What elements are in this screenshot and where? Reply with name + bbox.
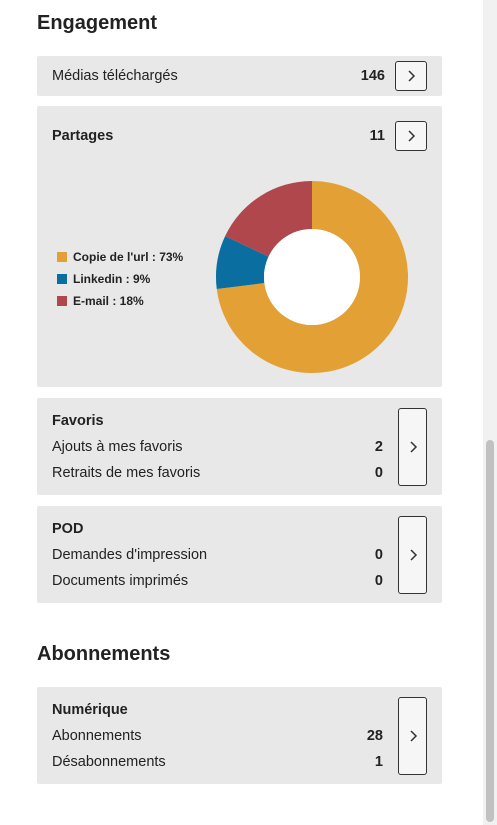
partages-card: Partages 11 Copie de l'url : 73% Linkedi… — [37, 106, 442, 387]
pod-row-label: Documents imprimés — [52, 573, 189, 589]
legend-label: Linkedin : 9% — [73, 272, 151, 286]
chevron-right-icon — [409, 549, 417, 561]
favoris-title: Favoris — [52, 413, 104, 429]
pod-row-value: 0 — [374, 547, 383, 563]
pod-row-label: Demandes d'impression — [52, 547, 208, 563]
numerique-details-button[interactable] — [398, 697, 427, 775]
abonnements-title: Abonnements — [37, 643, 171, 665]
favoris-row-value: 2 — [374, 439, 383, 455]
numerique-row-label: Abonnements — [52, 728, 142, 744]
legend-swatch — [57, 252, 67, 262]
medias-details-button[interactable] — [395, 61, 427, 91]
engagement-title: Engagement — [37, 12, 158, 34]
favoris-card: Favoris Ajouts à mes favoris 2 Retraits … — [37, 398, 442, 495]
medias-label: Médias téléchargés — [52, 68, 178, 84]
legend-swatch — [57, 274, 67, 284]
partages-details-button[interactable] — [395, 121, 427, 151]
favoris-row-label: Ajouts à mes favoris — [52, 439, 183, 455]
numerique-title: Numérique — [52, 702, 128, 718]
partages-legend: Copie de l'url : 73% Linkedin : 9% E-mai… — [57, 246, 183, 312]
legend-item: E-mail : 18% — [57, 290, 183, 312]
pod-details-button[interactable] — [398, 516, 427, 594]
pod-card: POD Demandes d'impression 0 Documents im… — [37, 506, 442, 603]
numerique-row-label: Désabonnements — [52, 754, 166, 770]
favoris-row-value: 0 — [374, 465, 383, 481]
chevron-right-icon — [409, 441, 417, 453]
medias-card: Médias téléchargés 146 — [37, 56, 442, 96]
favoris-row-label: Retraits de mes favoris — [52, 465, 201, 481]
legend-label: Copie de l'url : 73% — [73, 250, 184, 264]
chevron-right-icon — [408, 70, 416, 82]
vertical-scrollbar[interactable] — [483, 0, 497, 825]
partages-donut-chart — [216, 181, 408, 373]
legend-label: E-mail : 18% — [73, 294, 144, 308]
partages-label: Partages — [52, 128, 114, 144]
legend-item: Copie de l'url : 73% — [57, 246, 183, 268]
favoris-details-button[interactable] — [398, 408, 427, 486]
pod-row-value: 0 — [374, 573, 383, 589]
chevron-right-icon — [409, 730, 417, 742]
scrollbar-thumb[interactable] — [486, 440, 494, 822]
medias-value: 146 — [360, 68, 385, 84]
numerique-row-value: 1 — [374, 754, 383, 770]
legend-swatch — [57, 296, 67, 306]
pod-title: POD — [52, 521, 84, 537]
legend-item: Linkedin : 9% — [57, 268, 183, 290]
numerique-card: Numérique Abonnements 28 Désabonnements … — [37, 687, 442, 784]
chevron-right-icon — [408, 130, 416, 142]
donut-hole — [264, 229, 360, 325]
numerique-row-value: 28 — [366, 728, 383, 744]
partages-value: 11 — [369, 128, 385, 144]
